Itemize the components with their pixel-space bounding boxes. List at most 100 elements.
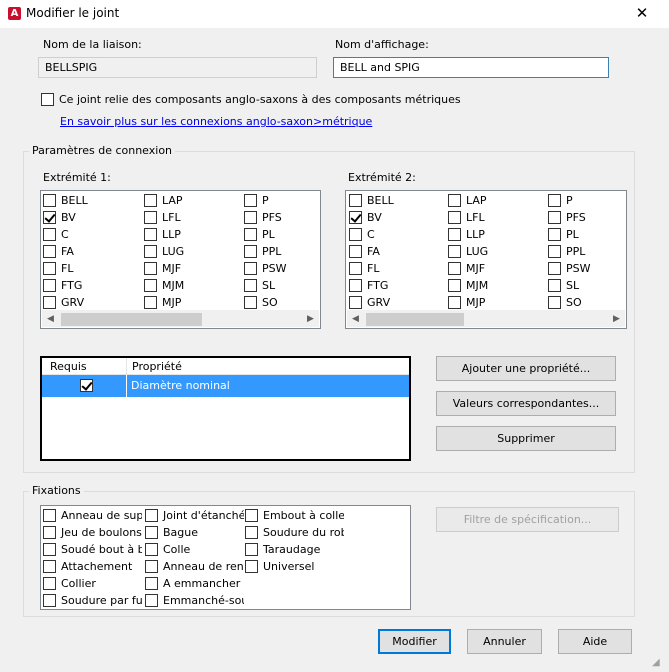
item-checkbox[interactable] bbox=[145, 560, 158, 573]
checklist-item[interactable]: PPL bbox=[244, 243, 320, 260]
item-checkbox[interactable] bbox=[244, 194, 257, 207]
item-checkbox[interactable] bbox=[245, 543, 258, 556]
checklist-item[interactable]: MJP bbox=[144, 294, 239, 311]
checklist-item[interactable]: C bbox=[349, 226, 444, 243]
item-checkbox[interactable] bbox=[145, 509, 158, 522]
item-checkbox[interactable] bbox=[144, 211, 157, 224]
checklist-item[interactable]: Soudé bout à bout bbox=[43, 541, 142, 558]
end2-scrollbar[interactable]: ◀ ▶ bbox=[347, 310, 625, 327]
checklist-item[interactable]: LAP bbox=[144, 192, 239, 209]
item-checkbox[interactable] bbox=[244, 211, 257, 224]
fixations-list[interactable]: Anneau de support Jeu de boulons Soudé bou… bbox=[40, 505, 411, 610]
checklist-item[interactable]: Joint d'étanchéité bbox=[145, 507, 244, 524]
item-checkbox[interactable] bbox=[244, 262, 257, 275]
item-checkbox[interactable] bbox=[43, 560, 56, 573]
checklist-item[interactable]: BV bbox=[349, 209, 444, 226]
end1-scrollbar[interactable]: ◀ ▶ bbox=[42, 310, 319, 327]
item-checkbox[interactable] bbox=[548, 245, 561, 258]
checklist-item[interactable]: FTG bbox=[349, 277, 444, 294]
checklist-item[interactable]: FA bbox=[349, 243, 444, 260]
checklist-item[interactable]: PL bbox=[244, 226, 320, 243]
item-checkbox[interactable] bbox=[144, 245, 157, 258]
checklist-item[interactable]: LAP bbox=[448, 192, 543, 209]
end2-list[interactable]: BELL BV C FA FL FTG GRV LAP LFL LLP LUG MJF MJM MJP P P… bbox=[345, 190, 627, 329]
checklist-item[interactable]: BV bbox=[43, 209, 138, 226]
checklist-item[interactable]: Jeu de boulons bbox=[43, 524, 142, 541]
item-checkbox[interactable] bbox=[245, 560, 258, 573]
checklist-item[interactable]: Anneau de support bbox=[43, 507, 142, 524]
checklist-item[interactable]: PFS bbox=[548, 209, 626, 226]
item-checkbox[interactable] bbox=[548, 211, 561, 224]
item-checkbox[interactable] bbox=[43, 594, 56, 607]
item-checkbox[interactable] bbox=[43, 194, 56, 207]
checklist-item[interactable]: LFL bbox=[448, 209, 543, 226]
checklist-item[interactable]: BELL bbox=[43, 192, 138, 209]
item-checkbox[interactable] bbox=[144, 296, 157, 309]
item-checkbox[interactable] bbox=[244, 296, 257, 309]
checklist-item[interactable]: MJM bbox=[144, 277, 239, 294]
item-checkbox[interactable] bbox=[245, 526, 258, 539]
item-checkbox[interactable] bbox=[244, 245, 257, 258]
item-checkbox[interactable] bbox=[448, 228, 461, 241]
item-checkbox[interactable] bbox=[43, 245, 56, 258]
checklist-item[interactable]: SL bbox=[548, 277, 626, 294]
item-checkbox[interactable] bbox=[43, 262, 56, 275]
item-checkbox[interactable] bbox=[145, 594, 158, 607]
item-checkbox[interactable] bbox=[145, 543, 158, 556]
checklist-item[interactable]: SL bbox=[244, 277, 320, 294]
item-checkbox[interactable] bbox=[43, 577, 56, 590]
delete-button[interactable]: Supprimer bbox=[436, 426, 616, 451]
item-checkbox[interactable] bbox=[548, 228, 561, 241]
item-checkbox[interactable] bbox=[448, 296, 461, 309]
checklist-item[interactable]: MJM bbox=[448, 277, 543, 294]
item-checkbox[interactable] bbox=[349, 245, 362, 258]
checklist-item[interactable]: Soudure par fusion bbox=[43, 592, 142, 609]
checklist-item[interactable]: GRV bbox=[43, 294, 138, 311]
item-checkbox[interactable] bbox=[448, 194, 461, 207]
checklist-item[interactable]: BELL bbox=[349, 192, 444, 209]
metric-checkbox[interactable] bbox=[41, 93, 54, 106]
checklist-item[interactable]: Attachement bbox=[43, 558, 142, 575]
checklist-item[interactable]: Collier bbox=[43, 575, 142, 592]
checklist-item[interactable]: Anneau de renfort bbox=[145, 558, 244, 575]
checklist-item[interactable]: Universel bbox=[245, 558, 344, 575]
grid-row[interactable]: Diamètre nominal bbox=[42, 375, 409, 397]
checklist-item[interactable]: FL bbox=[43, 260, 138, 277]
item-checkbox[interactable] bbox=[43, 296, 56, 309]
item-checkbox[interactable] bbox=[349, 262, 362, 275]
scroll-right-icon[interactable]: ▶ bbox=[302, 311, 319, 328]
modify-button[interactable]: Modifier bbox=[378, 629, 451, 654]
checklist-item[interactable]: PPL bbox=[548, 243, 626, 260]
checklist-item[interactable]: Taraudage bbox=[245, 541, 344, 558]
checklist-item[interactable]: FA bbox=[43, 243, 138, 260]
end1-list[interactable]: BELL BV C FA FL FTG GRV LAP LFL LLP LUG MJF MJM MJP P P… bbox=[40, 190, 321, 329]
scroll-thumb[interactable] bbox=[366, 313, 464, 326]
checklist-item[interactable]: LUG bbox=[448, 243, 543, 260]
close-icon[interactable]: ✕ bbox=[630, 2, 654, 24]
item-checkbox[interactable] bbox=[43, 526, 56, 539]
checklist-item[interactable]: PL bbox=[548, 226, 626, 243]
item-checkbox[interactable] bbox=[144, 194, 157, 207]
checklist-item[interactable]: P bbox=[244, 192, 320, 209]
item-checkbox[interactable] bbox=[43, 211, 56, 224]
item-checkbox[interactable] bbox=[349, 211, 362, 224]
item-checkbox[interactable] bbox=[144, 262, 157, 275]
checklist-item[interactable]: LUG bbox=[144, 243, 239, 260]
item-checkbox[interactable] bbox=[43, 543, 56, 556]
item-checkbox[interactable] bbox=[244, 279, 257, 292]
checklist-item[interactable]: SO bbox=[548, 294, 626, 311]
checklist-item[interactable]: Bague bbox=[145, 524, 244, 541]
item-checkbox[interactable] bbox=[144, 228, 157, 241]
checklist-item[interactable]: PSW bbox=[244, 260, 320, 277]
checklist-item[interactable]: P bbox=[548, 192, 626, 209]
item-checkbox[interactable] bbox=[144, 279, 157, 292]
checklist-item[interactable]: MJF bbox=[448, 260, 543, 277]
item-checkbox[interactable] bbox=[448, 245, 461, 258]
metric-help-link[interactable]: En savoir plus sur les connexions anglo-… bbox=[60, 115, 372, 128]
checklist-item[interactable]: PFS bbox=[244, 209, 320, 226]
checklist-item[interactable]: FL bbox=[349, 260, 444, 277]
item-checkbox[interactable] bbox=[548, 262, 561, 275]
item-checkbox[interactable] bbox=[448, 262, 461, 275]
item-checkbox[interactable] bbox=[145, 577, 158, 590]
checklist-item[interactable]: FTG bbox=[43, 277, 138, 294]
